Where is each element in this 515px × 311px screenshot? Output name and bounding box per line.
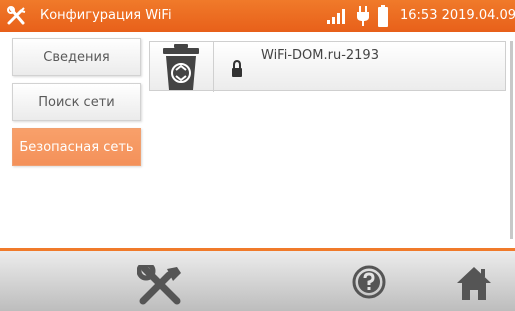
lock-icon xyxy=(232,60,242,77)
menu-item-label: Сведения xyxy=(43,49,110,65)
scrollbar[interactable] xyxy=(510,41,513,239)
battery-icon xyxy=(378,5,388,27)
divider xyxy=(213,42,214,92)
tools-icon[interactable] xyxy=(137,265,183,305)
window-title: Конфигурация WiFi xyxy=(40,8,172,23)
clock: 16:53 2019.04.09 xyxy=(400,8,515,23)
date: 2019.04.09 xyxy=(441,8,515,23)
menu-item-network-search[interactable]: Поиск сети xyxy=(12,83,141,121)
menu-item-info[interactable]: Сведения xyxy=(12,38,141,76)
plug-icon xyxy=(357,6,369,26)
menu-item-label: Поиск сети xyxy=(38,94,115,110)
home-icon[interactable] xyxy=(455,265,493,301)
status-bar: Конфигурация WiFi 16:53 2019.04.09 xyxy=(0,0,515,32)
menu-item-secure-network[interactable]: Безопасная сеть xyxy=(12,128,141,166)
signal-icon xyxy=(327,9,345,24)
network-list-item[interactable]: WiFi-DOM.ru-2193 xyxy=(149,41,506,92)
network-ssid: WiFi-DOM.ru-2193 xyxy=(261,48,379,63)
trash-icon[interactable] xyxy=(160,42,202,92)
help-icon[interactable] xyxy=(352,265,386,299)
time: 16:53 xyxy=(400,8,438,23)
menu-item-label: Безопасная сеть xyxy=(19,139,134,155)
tools-icon xyxy=(7,6,26,25)
bottom-toolbar xyxy=(0,251,515,311)
